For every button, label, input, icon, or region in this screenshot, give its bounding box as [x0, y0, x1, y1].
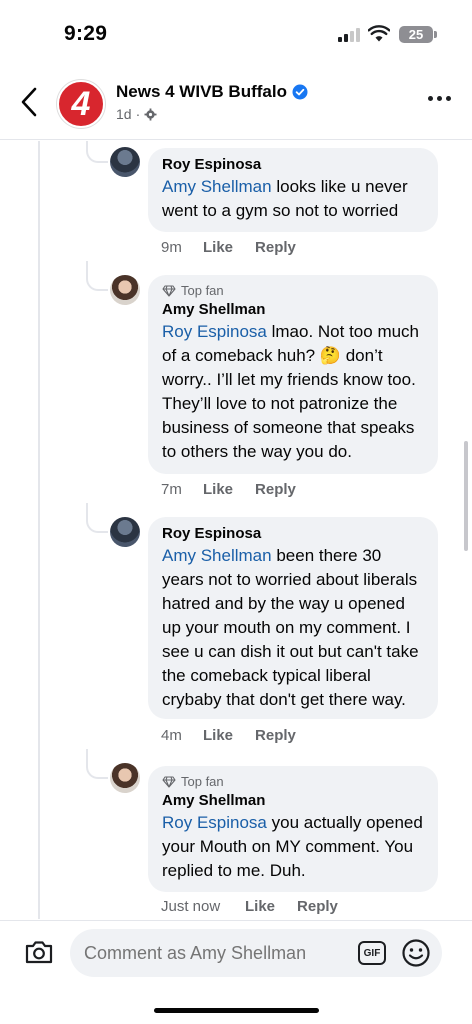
globe-settings-icon: [144, 108, 157, 120]
reply-connector: [86, 261, 108, 291]
page-name[interactable]: News 4 WIVB Buffalo: [116, 82, 287, 102]
like-button[interactable]: Like: [245, 898, 275, 915]
comment-body: lmao. Not too much of a comeback huh? 🤔 …: [162, 322, 420, 461]
cellular-signal-icon: [338, 28, 362, 42]
status-bar: 9:29 25: [0, 0, 472, 70]
top-fan-diamond-icon: [162, 775, 176, 788]
like-button[interactable]: Like: [203, 481, 233, 498]
comment-text: Roy Espinosa lmao. Not too much of a com…: [162, 320, 424, 464]
post-header: 4 News 4 WIVB Buffalo 1d ·: [0, 70, 472, 140]
comment-composer: GIF: [0, 920, 472, 990]
top-fan-diamond-icon: [162, 284, 176, 297]
avatar[interactable]: [110, 275, 140, 305]
comment-text: Amy Shellman looks like u never went to …: [162, 175, 424, 223]
mention-link[interactable]: Amy Shellman: [162, 546, 272, 565]
scrollbar[interactable]: [464, 441, 468, 551]
comment-author[interactable]: Roy Espinosa: [162, 525, 424, 542]
comment-time: 9m: [161, 239, 182, 256]
comment-actions: 4m Like Reply: [161, 727, 296, 744]
reply-connector: [86, 503, 108, 533]
like-button[interactable]: Like: [203, 239, 233, 256]
comment-actions: 7m Like Reply: [161, 481, 296, 498]
mention-link[interactable]: Amy Shellman: [162, 177, 272, 196]
page-name-row: News 4 WIVB Buffalo: [116, 82, 308, 102]
mention-link[interactable]: Roy Espinosa: [162, 813, 267, 832]
comment-text: Roy Espinosa you actually opened your Mo…: [162, 811, 424, 883]
comment-author[interactable]: Amy Shellman: [162, 301, 424, 318]
battery-icon: 25: [399, 26, 433, 43]
reply-button[interactable]: Reply: [255, 239, 296, 256]
comment-time: 7m: [161, 481, 182, 498]
comment-thread[interactable]: Roy Espinosa Amy Shellman looks like u n…: [0, 141, 472, 919]
comment-input[interactable]: [70, 929, 442, 977]
comment-author[interactable]: Amy Shellman: [162, 792, 424, 809]
more-options-icon[interactable]: [428, 96, 451, 101]
battery-tip: [434, 31, 437, 38]
comment-actions: 9m Like Reply: [161, 239, 296, 256]
post-time: 1d: [116, 106, 132, 122]
comment-body: been there 30 years not to worried about…: [162, 546, 419, 709]
page-logo[interactable]: 4: [57, 80, 105, 128]
camera-icon[interactable]: [24, 939, 54, 965]
comment-bubble[interactable]: Top fan Amy Shellman Roy Espinosa you ac…: [148, 766, 438, 892]
reply-button[interactable]: Reply: [255, 727, 296, 744]
avatar[interactable]: [110, 147, 140, 177]
comment-time: 4m: [161, 727, 182, 744]
comment-bubble[interactable]: Top fan Amy Shellman Roy Espinosa lmao. …: [148, 275, 438, 474]
reply-button[interactable]: Reply: [255, 481, 296, 498]
reply-connector: [86, 749, 108, 779]
avatar[interactable]: [110, 763, 140, 793]
home-indicator[interactable]: [154, 1008, 319, 1013]
comment-text: Amy Shellman been there 30 years not to …: [162, 544, 424, 712]
mention-link[interactable]: Roy Espinosa: [162, 322, 267, 341]
gif-icon[interactable]: GIF: [358, 941, 386, 965]
page-logo-text: 4: [71, 84, 91, 123]
reply-connector: [86, 141, 108, 163]
status-time: 9:29: [64, 22, 108, 45]
emoji-icon[interactable]: [401, 938, 431, 968]
post-meta: 1d ·: [116, 106, 157, 122]
meta-separator: ·: [135, 106, 141, 122]
top-fan-badge: Top fan: [162, 774, 424, 789]
comment-actions: Just now Like Reply: [161, 898, 338, 915]
top-fan-label: Top fan: [181, 283, 224, 298]
back-button[interactable]: [14, 84, 44, 120]
reply-button[interactable]: Reply: [297, 898, 338, 915]
comment-author[interactable]: Roy Espinosa: [162, 156, 424, 173]
back-arrow-icon: [21, 87, 37, 117]
comment-bubble[interactable]: Roy Espinosa Amy Shellman looks like u n…: [148, 148, 438, 232]
like-button[interactable]: Like: [203, 727, 233, 744]
top-fan-label: Top fan: [181, 774, 224, 789]
thread-line: [38, 141, 40, 919]
comment-bubble[interactable]: Roy Espinosa Amy Shellman been there 30 …: [148, 517, 438, 719]
comment-time: Just now: [161, 898, 221, 915]
avatar[interactable]: [110, 517, 140, 547]
top-fan-badge: Top fan: [162, 283, 424, 298]
verified-badge-icon: [292, 84, 308, 100]
wifi-icon: [368, 25, 390, 42]
